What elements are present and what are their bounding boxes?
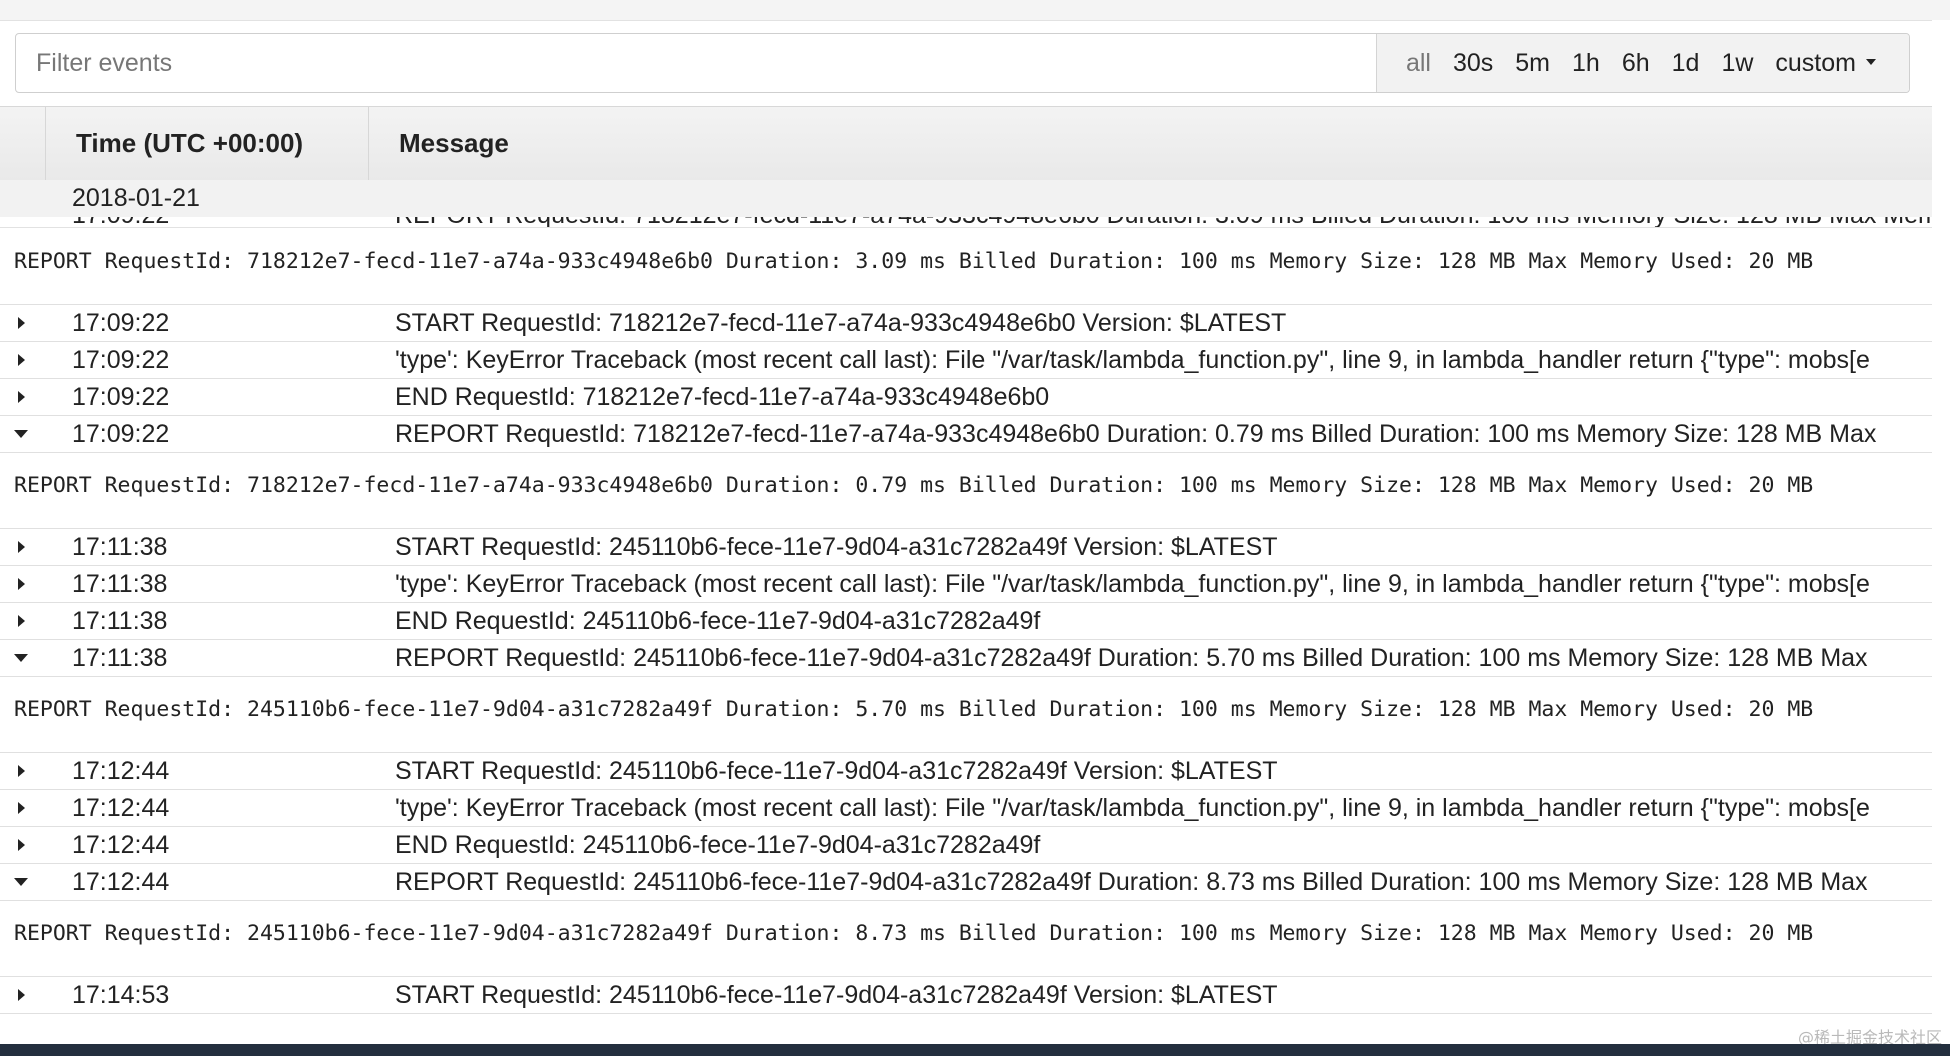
collapse-caret-icon[interactable] xyxy=(14,425,30,443)
log-event-message: END RequestId: 245110b6-fece-11e7-9d04-a… xyxy=(395,831,1041,859)
range-1h[interactable]: 1h xyxy=(1561,49,1611,78)
log-event-detail-text: REPORT RequestId: 718212e7-fecd-11e7-a74… xyxy=(14,249,1814,274)
log-event-row[interactable]: 17:09:22 START RequestId: 718212e7-fecd-1… xyxy=(0,305,1932,342)
range-6h[interactable]: 6h xyxy=(1611,49,1661,78)
table-header: Time (UTC +00:00) Message xyxy=(0,106,1932,181)
log-event-row[interactable]: 17:11:38 END RequestId: 245110b6-fece-11e… xyxy=(0,603,1932,640)
triangle-right-icon xyxy=(18,541,25,553)
expand-caret-icon[interactable] xyxy=(14,986,30,1004)
log-event-row[interactable]: 17:12:44 END RequestId: 245110b6-fece-11e… xyxy=(0,827,1932,864)
expand-caret-icon[interactable] xyxy=(14,314,30,332)
triangle-right-icon xyxy=(18,765,25,777)
collapse-caret-icon[interactable] xyxy=(14,873,30,891)
date-group-label: 2018-01-21 xyxy=(72,184,200,212)
log-event-message: REPORT RequestId: 245110b6-fece-11e7-9d0… xyxy=(395,644,1868,672)
log-event-time: 17:12:44 xyxy=(72,831,170,859)
log-event-row[interactable]: 17:11:38 START RequestId: 245110b6-fece-1… xyxy=(0,529,1932,566)
log-event-message: END RequestId: 718212e7-fecd-11e7-a74a-9… xyxy=(395,383,1050,411)
log-event-time: 17:09:22 xyxy=(72,383,170,411)
log-event-message: REPORT RequestId: 718212e7-fecd-11e7-a74… xyxy=(395,420,1877,448)
collapse-caret-icon[interactable] xyxy=(14,649,30,667)
log-event-time: 17:11:38 xyxy=(72,607,168,635)
log-viewer: all 30s 5m 1h 6h 1d 1w custom Time (UTC … xyxy=(0,0,1950,1056)
top-strip xyxy=(0,0,1950,21)
range-1d[interactable]: 1d xyxy=(1661,49,1711,78)
triangle-right-icon xyxy=(18,839,25,851)
triangle-right-icon xyxy=(18,615,25,627)
expand-caret-icon[interactable] xyxy=(14,575,30,593)
log-event-detail: REPORT RequestId: 718212e7-fecd-11e7-a74… xyxy=(0,453,1932,529)
log-event-message: 'type': KeyError Traceback (most recent … xyxy=(395,570,1870,598)
right-gutter xyxy=(1932,20,1950,1045)
triangle-down-icon xyxy=(14,430,28,438)
log-event-time: 17:11:38 xyxy=(72,533,168,561)
triangle-right-icon xyxy=(18,989,25,1001)
triangle-right-icon xyxy=(18,391,25,403)
expand-caret-icon[interactable] xyxy=(14,538,30,556)
range-custom-label: custom xyxy=(1775,48,1856,77)
log-event-row[interactable]: 17:11:38 REPORT RequestId: 245110b6-fece-… xyxy=(0,640,1932,677)
log-event-row[interactable]: 17:12:44 REPORT RequestId: 245110b6-fece-… xyxy=(0,864,1932,901)
expand-caret-icon[interactable] xyxy=(14,836,30,854)
filter-events-input[interactable] xyxy=(16,34,1376,92)
log-event-row[interactable]: 17:14:53 START RequestId: 245110b6-fece-1… xyxy=(0,977,1932,1014)
caret-down-icon xyxy=(1866,58,1876,65)
triangle-right-icon xyxy=(18,578,25,590)
log-event-detail: REPORT RequestId: 718212e7-fecd-11e7-a74… xyxy=(0,229,1932,305)
log-event-time: 17:12:44 xyxy=(72,757,170,785)
filter-bar: all 30s 5m 1h 6h 1d 1w custom xyxy=(15,33,1910,93)
log-event-time: 17:12:44 xyxy=(72,868,170,896)
log-event-detail: REPORT RequestId: 245110b6-fece-11e7-9d0… xyxy=(0,677,1932,753)
log-event-detail-text: REPORT RequestId: 245110b6-fece-11e7-9d0… xyxy=(14,697,1814,722)
log-event-time: 17:09:22 xyxy=(72,309,170,337)
log-event-row[interactable]: 17:11:38 'type': KeyError Traceback (most… xyxy=(0,566,1932,603)
toggle-column-header xyxy=(0,107,46,180)
triangle-down-icon xyxy=(14,654,28,662)
log-event-time: 17:09:22 xyxy=(72,346,170,374)
triangle-down-icon xyxy=(14,878,28,886)
log-event-row[interactable]: 17:09:22 END RequestId: 718212e7-fecd-11e… xyxy=(0,379,1932,416)
log-event-row[interactable]: 17:09:22 REPORT RequestId: 718212e7-fecd-… xyxy=(0,416,1932,453)
range-custom[interactable]: custom xyxy=(1764,49,1887,78)
triangle-right-icon xyxy=(18,317,25,329)
range-5m[interactable]: 5m xyxy=(1504,49,1561,78)
triangle-right-icon xyxy=(18,802,25,814)
range-30s[interactable]: 30s xyxy=(1442,49,1504,78)
log-event-message: END RequestId: 245110b6-fece-11e7-9d04-a… xyxy=(395,607,1041,635)
log-event-row[interactable]: 17:12:44 'type': KeyError Traceback (most… xyxy=(0,790,1932,827)
date-group-header: 2018-01-21 xyxy=(0,180,1932,217)
log-event-message: REPORT RequestId: 245110b6-fece-11e7-9d0… xyxy=(395,868,1868,896)
log-event-row[interactable]: 17:09:22 'type': KeyError Traceback (most… xyxy=(0,342,1932,379)
range-1w[interactable]: 1w xyxy=(1710,49,1764,78)
expand-caret-icon[interactable] xyxy=(14,351,30,369)
expand-caret-icon[interactable] xyxy=(14,799,30,817)
time-range-selector: all 30s 5m 1h 6h 1d 1w custom xyxy=(1375,34,1909,92)
expand-caret-icon[interactable] xyxy=(14,388,30,406)
log-event-message: START RequestId: 245110b6-fece-11e7-9d04… xyxy=(395,533,1278,561)
log-event-message: START RequestId: 245110b6-fece-11e7-9d04… xyxy=(395,981,1278,1009)
log-event-detail: REPORT RequestId: 245110b6-fece-11e7-9d0… xyxy=(0,901,1932,977)
triangle-right-icon xyxy=(18,354,25,366)
expand-caret-icon[interactable] xyxy=(14,612,30,630)
expand-caret-icon[interactable] xyxy=(14,762,30,780)
log-event-time: 17:09:22 xyxy=(72,420,170,448)
log-event-message: START RequestId: 245110b6-fece-11e7-9d04… xyxy=(395,757,1278,785)
log-event-detail-text: REPORT RequestId: 245110b6-fece-11e7-9d0… xyxy=(14,921,1814,946)
log-event-detail-text: REPORT RequestId: 718212e7-fecd-11e7-a74… xyxy=(14,473,1814,498)
log-event-time: 17:11:38 xyxy=(72,644,168,672)
log-event-row[interactable]: 17:12:44 START RequestId: 245110b6-fece-1… xyxy=(0,753,1932,790)
time-column-header[interactable]: Time (UTC +00:00) xyxy=(46,107,369,180)
bottom-bar xyxy=(0,1044,1950,1056)
range-all[interactable]: all xyxy=(1395,49,1442,78)
message-column-header: Message xyxy=(399,128,509,158)
log-event-time: 17:12:44 xyxy=(72,794,170,822)
log-event-time: 17:14:53 xyxy=(72,981,170,1009)
log-event-message: START RequestId: 718212e7-fecd-11e7-a74a… xyxy=(395,309,1287,337)
log-event-message: 'type': KeyError Traceback (most recent … xyxy=(395,794,1870,822)
log-event-message: 'type': KeyError Traceback (most recent … xyxy=(395,346,1870,374)
log-event-time: 17:11:38 xyxy=(72,570,168,598)
